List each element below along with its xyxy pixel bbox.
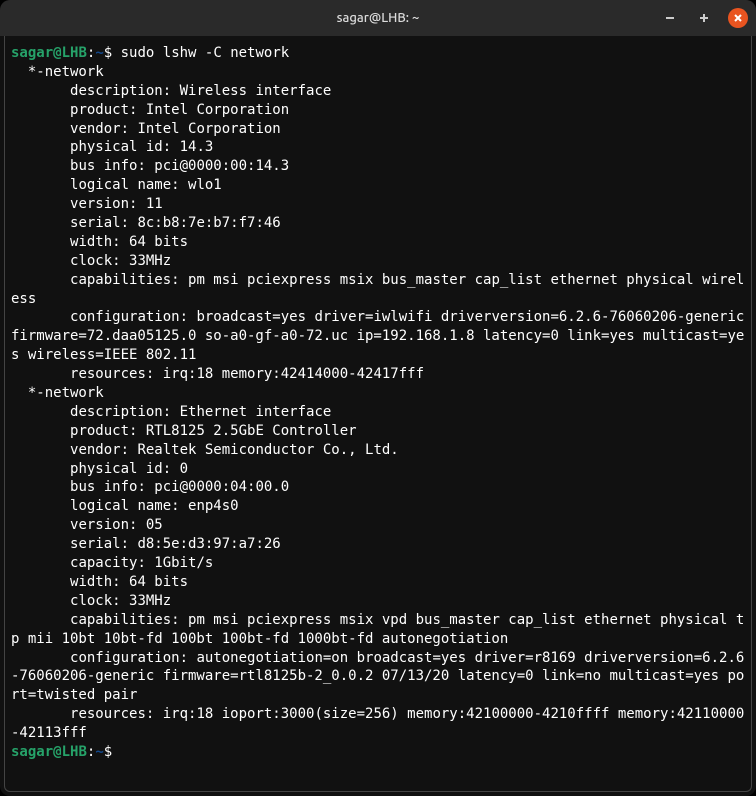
output-line: version: 11 <box>11 195 745 214</box>
output-line: bus info: pci@0000:00:14.3 <box>11 157 745 176</box>
output-line: capacity: 1Gbit/s <box>11 554 745 573</box>
output-line: resources: irq:18 memory:42414000-42417f… <box>11 365 745 384</box>
output-line: vendor: Realtek Semiconductor Co., Ltd. <box>11 441 745 460</box>
output-line: *-network <box>11 63 745 82</box>
output-line: version: 05 <box>11 516 745 535</box>
output-line: capabilities: pm msi pciexpress msix vpd… <box>11 611 745 649</box>
prompt-at: @ <box>53 744 61 760</box>
output-line: bus info: pci@0000:04:00.0 <box>11 478 745 497</box>
prompt-user: sagar <box>11 744 53 760</box>
terminal-body[interactable]: sagar@LHB:~$ sudo lshw -C network *-netw… <box>4 36 752 792</box>
prompt-host: LHB <box>62 45 87 61</box>
prompt-dollar: $ <box>104 744 121 760</box>
output-line: *-network <box>11 384 745 403</box>
prompt-path: ~ <box>95 45 103 61</box>
prompt-host: LHB <box>62 744 87 760</box>
output-line: description: Wireless interface <box>11 82 745 101</box>
maximize-button[interactable] <box>694 8 714 28</box>
output-line: logical name: enp4s0 <box>11 497 745 516</box>
close-icon <box>732 12 744 24</box>
prompt-user: sagar <box>11 45 53 61</box>
output-line: clock: 33MHz <box>11 252 745 271</box>
output-line: product: Intel Corporation <box>11 101 745 120</box>
output-line: serial: 8c:b8:7e:b7:f7:46 <box>11 214 745 233</box>
output-line: physical id: 14.3 <box>11 138 745 157</box>
output-line: description: Ethernet interface <box>11 403 745 422</box>
output-line: width: 64 bits <box>11 573 745 592</box>
minimize-icon <box>664 12 676 24</box>
output-line: resources: irq:18 ioport:3000(size=256) … <box>11 705 745 743</box>
output-line: logical name: wlo1 <box>11 176 745 195</box>
output-line: capabilities: pm msi pciexpress msix bus… <box>11 271 745 309</box>
titlebar: sagar@LHB: ~ <box>0 0 756 36</box>
prompt-path: ~ <box>95 744 103 760</box>
titlebar-controls <box>660 8 748 28</box>
terminal-window: sagar@LHB: ~ sagar@LHB:~$ sudo lshw -C n… <box>0 0 756 796</box>
prompt-dollar: $ <box>104 45 121 61</box>
minimize-button[interactable] <box>660 8 680 28</box>
output-line: clock: 33MHz <box>11 592 745 611</box>
output-line: physical id: 0 <box>11 460 745 479</box>
output-line: configuration: broadcast=yes driver=iwlw… <box>11 308 745 365</box>
close-button[interactable] <box>728 8 748 28</box>
prompt-at: @ <box>53 45 61 61</box>
maximize-icon <box>698 12 710 24</box>
window-title: sagar@LHB: ~ <box>337 11 420 25</box>
output-line: configuration: autonegotiation=on broadc… <box>11 649 745 706</box>
output-line: width: 64 bits <box>11 233 745 252</box>
output-line: product: RTL8125 2.5GbE Controller <box>11 422 745 441</box>
command-text: sudo lshw -C network <box>121 45 290 61</box>
output-line: serial: d8:5e:d3:97:a7:26 <box>11 535 745 554</box>
output-line: vendor: Intel Corporation <box>11 120 745 139</box>
